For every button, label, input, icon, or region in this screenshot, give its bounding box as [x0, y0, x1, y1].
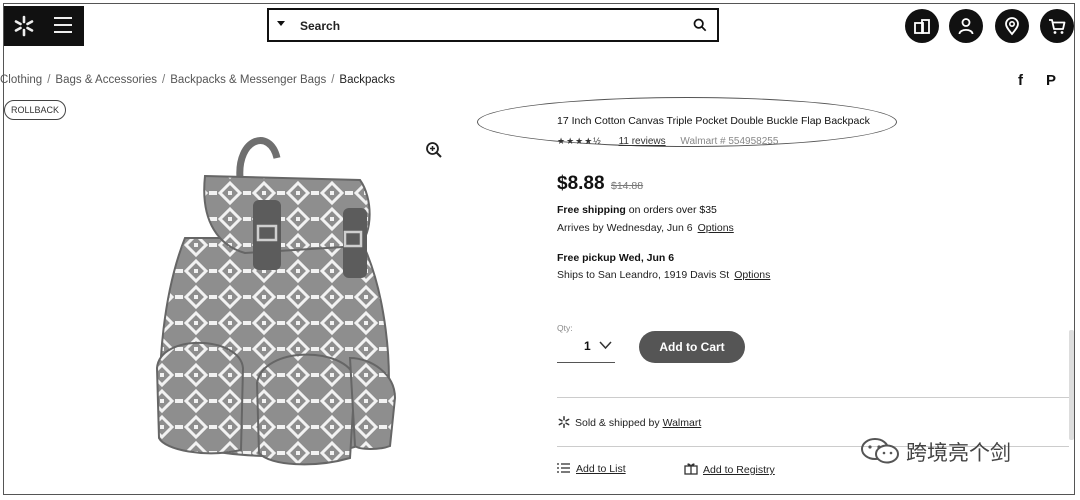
wechat-icon [861, 438, 899, 464]
department-dropdown-icon[interactable] [277, 21, 285, 26]
pickup-options-link[interactable]: Options [734, 269, 770, 281]
star-rating: ★★★★½ [557, 136, 602, 146]
seller-info: Sold & shipped by Walmart [557, 415, 701, 429]
account-icon [958, 18, 974, 35]
divider [557, 397, 1069, 398]
product-title: 17 Inch Cotton Canvas Triple Pocket Doub… [557, 115, 870, 127]
facebook-share-icon[interactable]: f [1018, 72, 1023, 89]
shipping-info: Free shipping on orders over $35 [557, 204, 717, 216]
top-bar: Search [0, 0, 1080, 52]
add-to-list-label: Add to List [576, 463, 626, 475]
location-icon [1005, 17, 1019, 36]
sold-by-text: Sold & shipped by [575, 417, 663, 429]
menu-icon[interactable] [54, 17, 72, 35]
rating-row: ★★★★½ 11 reviews Walmart # 554958255 [557, 136, 778, 147]
breadcrumb-item-current: Backpacks [339, 74, 396, 86]
breadcrumb-separator: / [331, 74, 335, 86]
store-locator-button[interactable] [995, 9, 1029, 43]
breadcrumb-separator: / [47, 74, 51, 86]
quantity-select[interactable]: 1 [557, 333, 615, 363]
reorder-icon [914, 19, 930, 34]
add-to-list-button[interactable]: Add to List [557, 462, 626, 475]
quantity-value: 1 [584, 339, 591, 353]
account-button[interactable] [949, 9, 983, 43]
scrollbar[interactable] [1069, 330, 1074, 440]
walmart-item-number: Walmart # 554958255 [680, 136, 779, 147]
watermark-text: 跨境亮个剑 [906, 442, 1011, 465]
breadcrumb: Clothing / Bags & Accessories / Backpacks & … [0, 74, 396, 86]
add-to-registry-button[interactable]: Add to Registry [684, 462, 775, 476]
reorder-button[interactable] [905, 9, 939, 43]
current-price: $8.88 [557, 173, 605, 194]
pickup-info: Ships to San Leandro, 1919 Davis St Optio… [557, 269, 770, 281]
reviews-link[interactable]: 11 reviews [619, 136, 666, 147]
shipping-threshold: on orders over $35 [625, 204, 717, 216]
seller-link[interactable]: Walmart [663, 417, 702, 429]
cart-icon [1049, 19, 1066, 34]
logo-box[interactable] [4, 6, 84, 46]
search-input[interactable]: Search [300, 19, 340, 33]
pinterest-share-icon[interactable]: P [1046, 72, 1056, 89]
breadcrumb-separator: / [162, 74, 166, 86]
list-icon [557, 463, 570, 473]
qty-label: Qty: [557, 323, 573, 333]
zoom-icon[interactable] [425, 141, 443, 159]
pickup-store: Ships to San Leandro, 1919 Davis St [557, 269, 730, 281]
breadcrumb-item-backpacks-messenger[interactable]: Backpacks & Messenger Bags [170, 74, 326, 86]
spark-icon [558, 415, 570, 429]
was-price: $14.88 [611, 180, 644, 192]
arrival-info: Arrives by Wednesday, Jun 6 Options [557, 222, 734, 234]
breadcrumb-item-bags[interactable]: Bags & Accessories [55, 74, 157, 86]
product-image[interactable] [145, 128, 407, 480]
chevron-down-icon [599, 341, 612, 350]
spark-logo-icon [14, 15, 34, 37]
cart-button[interactable] [1040, 9, 1074, 43]
search-icon[interactable] [693, 18, 707, 32]
pickup-label: Free pickup Wed, Jun 6 [557, 252, 675, 264]
arrival-date: Arrives by Wednesday, Jun 6 [557, 222, 693, 234]
rollback-badge: ROLLBACK [4, 100, 67, 120]
gift-icon [684, 463, 698, 475]
free-shipping-label: Free shipping [557, 204, 626, 216]
breadcrumb-item-clothing[interactable]: Clothing [0, 74, 42, 86]
add-to-cart-button[interactable]: Add to Cart [639, 331, 745, 363]
watermark: 跨境亮个剑 [860, 437, 1011, 467]
search-bar[interactable]: Search [267, 8, 719, 42]
add-to-registry-label: Add to Registry [703, 464, 775, 476]
shipping-options-link[interactable]: Options [698, 222, 734, 234]
